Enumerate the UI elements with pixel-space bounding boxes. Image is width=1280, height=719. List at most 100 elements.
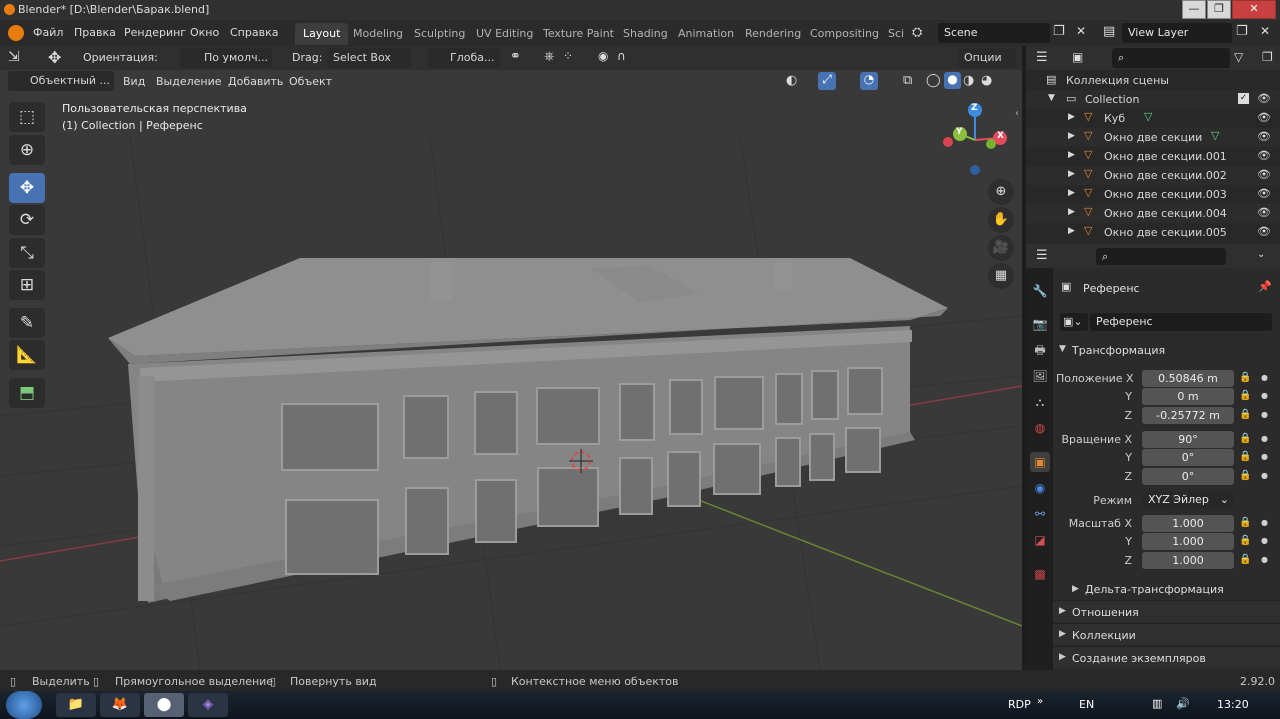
relations-section[interactable]: ▶ Отношения [1053,600,1280,622]
rotation-y-field[interactable]: 0° [1142,449,1234,466]
expand-arrow-icon[interactable]: ▶ [1068,112,1075,122]
expand-arrow-icon[interactable]: ▶ [1068,131,1075,141]
expand-arrow-icon[interactable]: ▶ [1068,150,1075,160]
outliner-item[interactable]: ▶ ▽ Окно две секции.002 👁 [1026,166,1280,185]
gizmo-y-label[interactable]: Y [956,127,963,137]
outliner-item[interactable]: ▶ ▽ Куб ▽ 👁 [1026,109,1280,128]
rdp-label[interactable]: RDP [1008,698,1031,711]
collection-checkbox[interactable]: ✓ [1238,93,1249,104]
physics-tab-icon[interactable]: ◉ [1030,478,1050,498]
tray-expand-icon[interactable]: » [1037,696,1043,707]
visibility-eye-icon[interactable]: 👁 [1257,149,1271,162]
menu-file[interactable]: Файл [33,26,63,39]
add-cube-tool-button[interactable]: ⬒ [9,378,45,408]
visibility-eye-icon[interactable]: 👁 [1257,130,1271,143]
delta-transform-header[interactable]: Дельта-трансформация [1085,583,1224,596]
3d-viewport[interactable]: ⇲ ✥ Ориентация: По умолч... Drag: Select… [0,46,1022,670]
rotation-mode-dropdown[interactable]: XYZ Эйлер ⌄ [1142,491,1234,509]
blender-menu-icon[interactable] [8,25,24,41]
move-tool-button[interactable]: ✥ [9,173,45,203]
lock-icon[interactable]: 🔒 [1239,372,1251,383]
gizmo-x-label[interactable]: X [997,131,1004,141]
menu-help[interactable]: Справка [230,26,278,39]
scale-z-field[interactable]: 1.000 [1142,552,1234,569]
transform-tool-button[interactable]: ⊞ [9,270,45,300]
render-tab-icon[interactable]: 📷 [1030,314,1050,334]
network-icon[interactable]: ▥ [1152,697,1162,710]
keyframe-dot-icon[interactable]: ● [1261,434,1268,443]
visibility-eye-icon[interactable]: 👁 [1257,225,1271,238]
tab-layout[interactable]: Layout [295,23,349,45]
section-arrow-icon[interactable]: ▶ [1072,584,1079,594]
object-tab-icon[interactable]: ▣ [1030,452,1050,472]
view-layer-icon[interactable]: ▤ [1103,24,1115,39]
keyframe-dot-icon[interactable]: ● [1261,410,1268,419]
cursor-tool-button[interactable]: ⊕ [9,135,45,165]
firefox-taskbar-icon[interactable]: 🦊 [100,693,140,717]
scale-y-field[interactable]: 1.000 [1142,533,1234,550]
delete-scene-icon[interactable]: ✕ [1076,24,1086,38]
menu-window[interactable]: Окно [190,26,219,39]
pan-hand-icon[interactable]: ✋ [988,207,1014,233]
select-tool-button[interactable]: ⬚ [9,102,45,132]
chevron-down-icon[interactable]: ⌄ [1257,249,1265,260]
close-button[interactable]: ✕ [1232,0,1276,19]
tab-animation[interactable]: Animation [670,23,742,45]
clock-label[interactable]: 13:20 [1217,698,1249,711]
rotate-tool-button[interactable]: ⟳ [9,205,45,235]
delete-view-layer-icon[interactable]: ✕ [1260,24,1270,38]
editor-type-icon[interactable]: ☰ [1036,50,1048,65]
new-collection-icon[interactable]: ❐ [1262,50,1273,64]
tab-modeling[interactable]: Modeling [345,23,411,45]
filter-icon[interactable]: ▽ [1234,50,1243,64]
keyframe-dot-icon[interactable]: ● [1261,391,1268,400]
visibility-eye-icon[interactable]: 👁 [1257,111,1271,124]
lock-icon[interactable]: 🔒 [1239,433,1251,444]
lock-icon[interactable]: 🔒 [1239,554,1251,565]
tab-rendering[interactable]: Rendering [737,23,809,45]
scene-tab-icon[interactable]: ⛬ [1030,392,1050,412]
outliner-search-input[interactable]: ⌕ [1112,48,1230,68]
keyframe-dot-icon[interactable]: ● [1261,518,1268,527]
lock-icon[interactable]: 🔒 [1239,517,1251,528]
annotate-tool-button[interactable]: ✎ [9,308,45,338]
lock-icon[interactable]: 🔒 [1239,470,1251,481]
tab-scripting[interactable]: Sci [880,23,908,45]
expand-arrow-icon[interactable]: ▶ [1068,169,1075,179]
lock-icon[interactable]: 🔒 [1239,535,1251,546]
object-name-field[interactable]: Референс [1090,313,1272,331]
tab-uv-editing[interactable]: UV Editing [468,23,541,45]
menu-edit[interactable]: Правка [74,26,116,39]
new-view-layer-icon[interactable]: ❐ [1236,24,1248,39]
expand-arrow-icon[interactable]: ▼ [1048,93,1055,103]
lock-icon[interactable]: 🔒 [1239,409,1251,420]
expand-arrow-icon[interactable]: ▶ [1068,188,1075,198]
location-z-field[interactable]: -0.25772 m [1142,407,1234,424]
pin-icon[interactable]: 📌 [1258,280,1272,293]
visual-studio-taskbar-icon[interactable]: ◈ [188,693,228,717]
sidebar-toggle-icon[interactable]: ‹ [1015,108,1019,119]
outliner-item[interactable]: ▶ ▽ Окно две секции.004 👁 [1026,204,1280,223]
minimize-button[interactable]: — [1182,0,1206,19]
maximize-button[interactable]: ❐ [1207,0,1231,19]
collection-row[interactable]: ▼ ▭ Collection ✓ 👁 [1026,90,1280,109]
instancing-section[interactable]: ▶ Создание экземпляров [1053,646,1280,668]
explorer-taskbar-icon[interactable]: 📁 [56,693,96,717]
view-layer-tab-icon[interactable]: 🖼 [1030,366,1050,386]
expand-arrow-icon[interactable]: ▶ [1068,226,1075,236]
language-label[interactable]: EN [1079,698,1094,711]
visibility-eye-icon[interactable]: 👁 [1257,187,1271,200]
object-type-dropdown[interactable]: ▣⌄ [1060,313,1088,331]
output-tab-icon[interactable]: 🖶 [1030,340,1050,360]
visibility-eye-icon[interactable]: 👁 [1257,206,1271,219]
outliner-item[interactable]: ▶ ▽ Окно две секции.005 👁 [1026,223,1280,242]
world-tab-icon[interactable]: ◍ [1030,418,1050,438]
volume-icon[interactable]: 🔊 [1176,697,1190,710]
data-tab-icon[interactable]: ◪ [1030,530,1050,550]
lock-icon[interactable]: 🔒 [1239,390,1251,401]
visibility-eye-icon[interactable]: 👁 [1257,168,1271,181]
collections-section[interactable]: ▶ Коллекции [1053,623,1280,645]
constraints-tab-icon[interactable]: ⚯ [1030,504,1050,524]
keyframe-dot-icon[interactable]: ● [1261,536,1268,545]
menu-render[interactable]: Рендеринг [124,26,186,39]
